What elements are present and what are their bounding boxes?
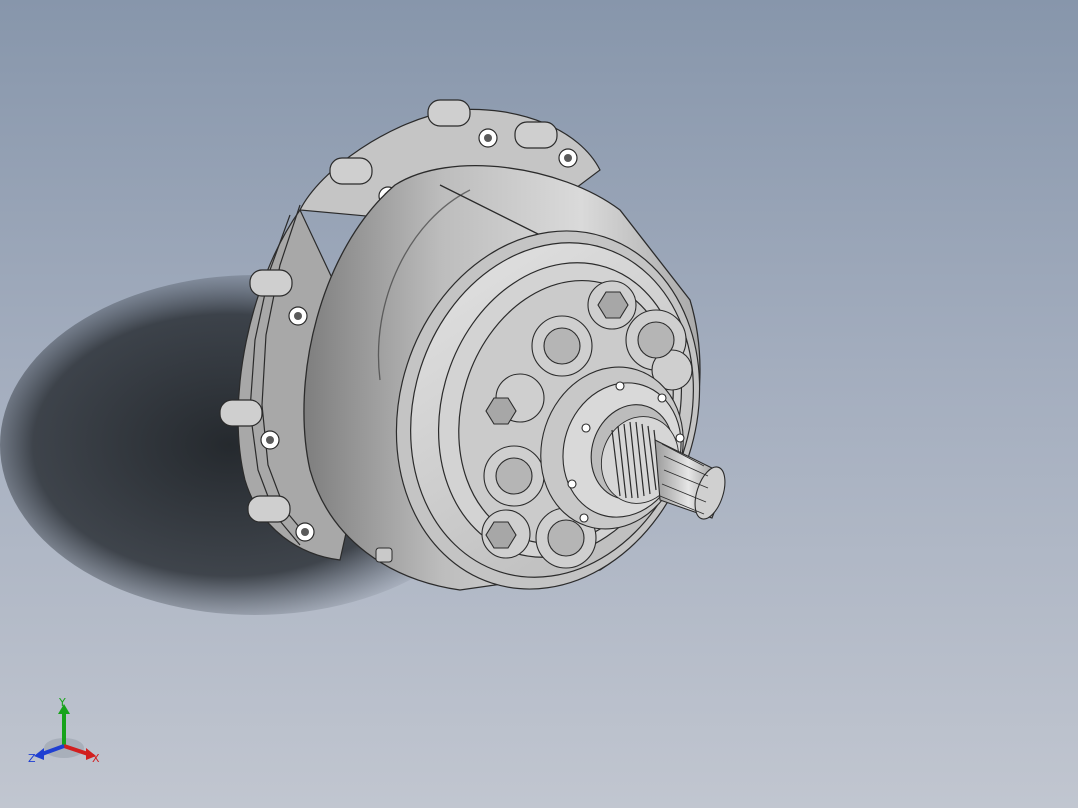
z-axis-label: Z xyxy=(28,752,36,765)
reference-triad: Y X Z xyxy=(28,696,100,765)
bottom-tab xyxy=(375,547,393,563)
graphics-viewport[interactable]: Y X Z xyxy=(0,0,1078,808)
output-shaft[interactable] xyxy=(654,439,731,523)
x-axis-label: X xyxy=(92,752,100,765)
cad-model[interactable] xyxy=(0,0,1078,808)
y-axis-label: Y xyxy=(58,696,66,709)
